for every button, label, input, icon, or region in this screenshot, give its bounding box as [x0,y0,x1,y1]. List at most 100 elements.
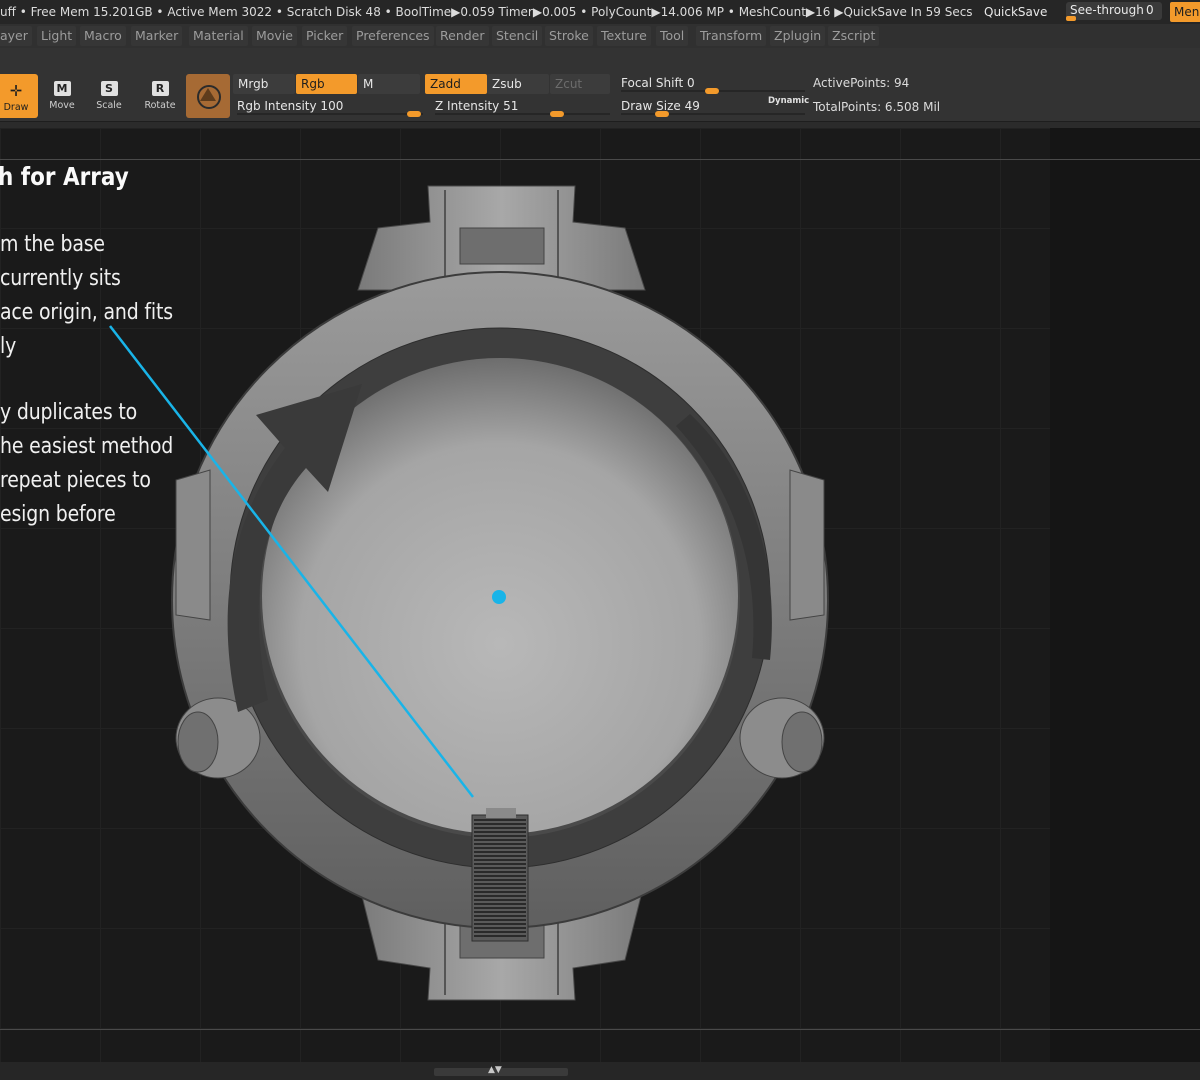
right-tray [1050,128,1200,1062]
knurl-stripe [474,891,526,893]
draw-button[interactable]: ✛ Draw [0,74,38,118]
knurl-stripe [474,867,526,869]
menu-stencil[interactable]: Stencil [492,26,543,46]
left-crown [175,697,261,779]
move-label: Move [49,100,75,111]
z-intensity-slider[interactable]: Z Intensity 51 [435,97,610,117]
rotate-icon: R [151,81,169,96]
knurl-stripe [474,927,526,929]
knurl-stripe [474,859,526,861]
focal-shift-label: Focal Shift 0 [621,76,695,90]
menu-tool[interactable]: Tool [656,26,689,46]
overlay-line-5: y duplicates to [0,400,138,425]
knurl-stripe [474,923,526,925]
scale-label: Scale [96,100,122,111]
expand-arrows-icon[interactable]: ▲▼ [488,1065,502,1075]
knurl-stripe [474,823,526,825]
knurl-stripe [474,919,526,921]
rgb-intensity-label: Rgb Intensity 100 [237,99,344,113]
knurl-stripe [474,827,526,829]
scale-button[interactable]: S Scale [89,74,129,118]
move-button[interactable]: M Move [42,74,82,118]
overlay-title: h for Array [0,162,129,191]
zcut-button[interactable]: Zcut [550,74,610,94]
rgb-intensity-track [237,113,423,115]
menu-light[interactable]: Light [37,26,77,46]
knurl-stripe [474,935,526,937]
menu-bar: ayer Light Macro Marker Material Movie P… [0,24,1200,48]
menu-material[interactable]: Material [189,26,248,46]
knurl-stripe [474,931,526,933]
knurl-stripe [474,887,526,889]
m-button[interactable]: M [358,74,420,94]
shelf-divider [0,121,1200,122]
overlay-line-7: repeat pieces to [0,468,151,493]
dynamic-toggle[interactable]: Dynamic [768,96,809,106]
material-button[interactable] [186,74,230,118]
overlay-line-6: he easiest method [0,434,174,459]
rgb-button[interactable]: Rgb [296,74,357,94]
overlay-line-2: currently sits [0,266,121,291]
mrgb-button[interactable]: Mrgb [233,74,295,94]
knurl-stripe [474,915,526,917]
menu-transform[interactable]: Transform [696,26,767,46]
menu-stroke[interactable]: Stroke [545,26,593,46]
menu-render[interactable]: Render [436,26,489,46]
knurl-stripe [474,895,526,897]
menu-layer[interactable]: ayer [0,26,32,46]
overlay-line-1: m the base [0,232,105,257]
active-points: ActivePoints: 94 [813,76,910,90]
memory-stats: uff • Free Mem 15.201GB • Active Mem 302… [0,5,973,19]
knurl-stripe [474,903,526,905]
scale-icon: S [100,81,118,96]
knurl-stripe [474,851,526,853]
knurl-stripe [474,871,526,873]
overlay-line-3: ace origin, and fits [0,300,173,325]
knurl-stripe [474,831,526,833]
focal-shift-knob[interactable] [705,88,719,94]
draw-size-knob[interactable] [655,111,669,117]
menu-preferences[interactable]: Preferences [352,26,434,46]
knurl-stripe [474,911,526,913]
knurl-stripe [474,819,526,821]
menu-zscript[interactable]: Zscript [828,26,880,46]
z-intensity-knob[interactable] [550,111,564,117]
knurl-stripe [474,847,526,849]
overlay-line-4: ly [0,334,17,359]
menu-texture[interactable]: Texture [597,26,651,46]
knurl-stripe [474,907,526,909]
draw-size-track [621,113,805,115]
quicksave-button[interactable]: QuickSave [984,0,1047,24]
move-icon: M [53,81,71,96]
see-through-knob[interactable] [1066,16,1076,21]
knurl-stripe [474,835,526,837]
overlay-line-8: esign before [0,502,116,527]
draw-crosshair-icon: ✛ [9,82,23,100]
bottom-shelf: ▲▼ [0,1062,1200,1080]
see-through-value: 0 [1146,3,1154,17]
menu-movie[interactable]: Movie [252,26,297,46]
menus-button[interactable]: Menus [1170,2,1200,22]
knurl-stripe [474,879,526,881]
see-through-slider[interactable]: See-through 0 [1066,2,1162,21]
draw-label: Draw [3,102,29,113]
menu-zplugin[interactable]: Zplugin [770,26,826,46]
knurl-stripe [474,899,526,901]
knurl-stripe [474,843,526,845]
see-through-label: See-through [1070,3,1144,17]
transpose-origin-dot[interactable] [492,590,506,604]
knurl-stripe [474,839,526,841]
knurl-stripe [474,855,526,857]
rotate-button[interactable]: R Rotate [140,74,180,118]
zsub-button[interactable]: Zsub [487,74,549,94]
focal-shift-slider[interactable]: Focal Shift 0 [621,74,805,94]
menu-macro[interactable]: Macro [80,26,126,46]
zadd-button[interactable]: Zadd [425,74,487,94]
z-intensity-track [435,113,610,115]
status-bar: uff • Free Mem 15.201GB • Active Mem 302… [0,0,1200,24]
menu-marker[interactable]: Marker [131,26,183,46]
total-points: TotalPoints: 6.508 Mil [813,100,941,114]
menu-picker[interactable]: Picker [302,26,348,46]
rgb-intensity-slider[interactable]: Rgb Intensity 100 [237,97,423,117]
rgb-intensity-knob[interactable] [407,111,421,117]
